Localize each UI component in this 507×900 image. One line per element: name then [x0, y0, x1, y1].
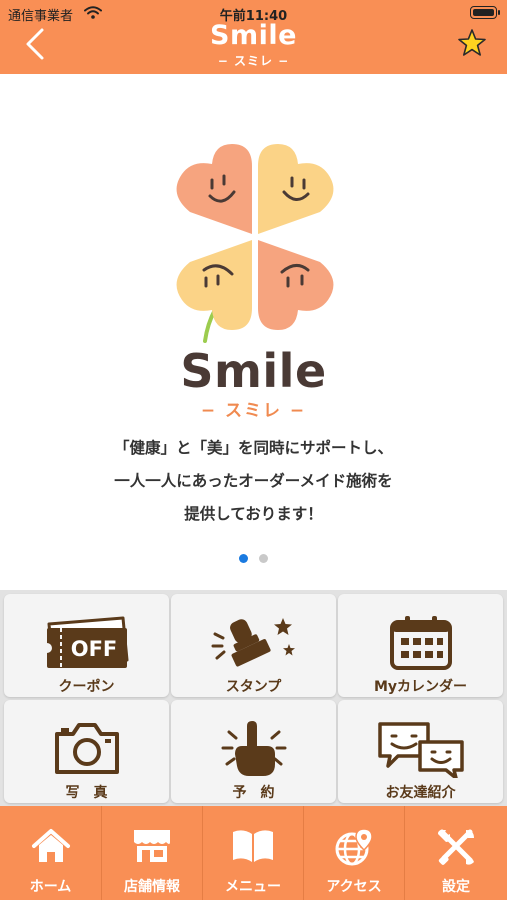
bottom-tab-bar: ホーム 店舗情報 メニュー アクセス 設定	[0, 806, 507, 900]
referral-label: お友達紹介	[385, 785, 456, 801]
shop-icon	[134, 830, 170, 862]
photo-tile[interactable]: 写 真	[4, 700, 169, 803]
menu-grid: OFF クーポン スタンプ Myカレンダー 写 真 予 約 お友達紹介	[0, 590, 507, 806]
coupon-tile[interactable]: OFF クーポン	[4, 594, 169, 697]
battery-icon	[470, 6, 500, 19]
chat-bubbles-icon	[377, 722, 464, 778]
calendar-label: Myカレンダー	[373, 679, 468, 695]
photo-label: 写 真	[65, 785, 108, 801]
tab-access-label: アクセス	[326, 879, 382, 895]
pointing-hand-icon	[221, 721, 286, 776]
calendar-tile[interactable]: Myカレンダー	[338, 594, 503, 697]
tools-icon	[438, 829, 474, 865]
tagline-line: 「健康」と「美」を同時にサポートし、	[113, 439, 393, 457]
app-title: Smile	[210, 20, 297, 51]
home-icon	[31, 829, 70, 862]
carousel-pager[interactable]	[0, 548, 507, 567]
coupon-label: クーポン	[58, 679, 115, 695]
hero-carousel[interactable]: Smile − スミレ − 「健康」と「美」を同時にサポートし、 一人一人にあっ…	[0, 74, 507, 590]
calendar-icon	[389, 616, 452, 670]
app-header: 通信事業者 午前11:40 Smile − スミレ −	[0, 0, 507, 74]
tab-settings-label: 設定	[442, 879, 470, 895]
tab-settings[interactable]: 設定	[404, 806, 507, 900]
globe-pin-icon	[335, 828, 373, 866]
referral-tile[interactable]: お友達紹介	[338, 700, 503, 803]
tab-shop-info-label: 店舗情報	[124, 879, 180, 895]
reservation-label: 予 約	[232, 785, 275, 801]
favorite-button[interactable]	[457, 28, 487, 58]
stamp-icon	[211, 618, 295, 667]
tab-menu-label: メニュー	[225, 879, 281, 895]
brand-name: Smile	[180, 344, 327, 398]
reservation-tile[interactable]: 予 約	[171, 700, 336, 803]
app-subtitle: − スミレ −	[217, 54, 290, 68]
book-icon	[233, 830, 273, 862]
camera-icon	[54, 723, 119, 774]
pager-dot-active[interactable]	[238, 554, 248, 563]
tab-access[interactable]: アクセス	[303, 806, 404, 900]
tab-menu[interactable]: メニュー	[202, 806, 303, 900]
pager-dot[interactable]	[259, 554, 269, 563]
clover-logo-icon	[176, 144, 334, 343]
brand-kana: − スミレ −	[200, 401, 307, 421]
tab-home[interactable]: ホーム	[0, 806, 101, 900]
tab-shop-info[interactable]: 店舗情報	[101, 806, 202, 900]
tagline-line: 提供しております！	[184, 505, 323, 523]
tagline-line: 一人一人にあったオーダーメイド施術を	[114, 472, 393, 490]
coupon-badge-text: OFF	[70, 637, 117, 661]
stamp-tile[interactable]: スタンプ	[171, 594, 336, 697]
stamp-label: スタンプ	[225, 679, 282, 695]
tab-home-label: ホーム	[29, 879, 72, 895]
star-icon	[458, 29, 486, 56]
coupon-ticket-icon: OFF	[42, 616, 128, 668]
